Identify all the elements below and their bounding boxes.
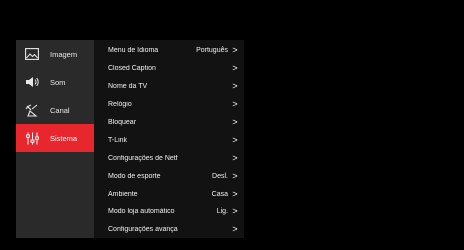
chevron-right-icon: > — [232, 224, 238, 235]
menu-item-sport-mode[interactable]: Modo de esporte Desl. > — [94, 167, 244, 185]
sidebar-item-sistema[interactable]: Sistema — [16, 124, 94, 152]
sidebar-item-label: Canal — [50, 105, 70, 115]
menu-item-label: Configurações de Netf — [108, 154, 178, 162]
chevron-right-icon: > — [232, 188, 238, 199]
menu-item-netflix-settings[interactable]: Configurações de Netf > — [94, 149, 244, 167]
menu-item-value: Desl. — [212, 172, 228, 180]
menu-item-t-link[interactable]: T-Link > — [94, 131, 244, 149]
menu-item-label: Modo loja automático — [108, 208, 175, 216]
sidebar-item-label: Som — [50, 77, 66, 87]
menu-item-label: T-Link — [108, 136, 128, 144]
menu-item-tv-name[interactable]: Nome da TV > — [94, 78, 244, 96]
menu-item-value: Casa — [211, 190, 228, 198]
menu-item-auto-store-mode[interactable]: Modo loja automático Lig. > — [94, 203, 244, 221]
settings-menu: Imagem Som Canal Sistema Menu de Idioma … — [16, 40, 244, 238]
menu-item-lock[interactable]: Bloquear > — [94, 114, 244, 132]
menu-item-value: Lig. — [216, 208, 228, 216]
speaker-icon — [24, 75, 40, 89]
system-submenu: Menu de Idioma Português > Closed Captio… — [94, 40, 244, 238]
sidebar-item-canal[interactable]: Canal — [16, 96, 94, 124]
sidebar-item-imagem[interactable]: Imagem — [16, 40, 94, 68]
menu-item-label: Closed Caption — [108, 65, 156, 73]
chevron-right-icon: > — [232, 134, 238, 145]
sidebar-item-label: Imagem — [50, 49, 78, 59]
menu-item-label: Menu de Idioma — [108, 47, 159, 55]
picture-icon — [24, 47, 40, 61]
chevron-right-icon: > — [232, 63, 238, 74]
menu-item-label: Configurações avança — [108, 226, 178, 234]
menu-item-label: Modo de esporte — [108, 172, 161, 180]
sliders-icon — [24, 131, 40, 145]
chevron-right-icon: > — [232, 81, 238, 92]
menu-item-label: Ambiente — [108, 190, 138, 198]
menu-item-clock[interactable]: Relógio > — [94, 96, 244, 114]
sidebar-item-som[interactable]: Som — [16, 68, 94, 96]
menu-item-environment[interactable]: Ambiente Casa > — [94, 185, 244, 203]
menu-item-value: Português — [196, 47, 228, 55]
menu-item-language[interactable]: Menu de Idioma Português > — [94, 42, 244, 60]
chevron-right-icon: > — [232, 206, 238, 217]
chevron-right-icon: > — [232, 117, 238, 127]
sidebar: Imagem Som Canal Sistema — [16, 40, 94, 238]
antenna-icon — [24, 103, 40, 117]
chevron-right-icon: > — [232, 152, 238, 163]
chevron-right-icon: > — [232, 45, 238, 56]
sidebar-item-label: Sistema — [50, 133, 78, 143]
menu-item-label: Nome da TV — [108, 83, 148, 91]
tv-screen: Imagem Som Canal Sistema Menu de Idioma … — [0, 0, 464, 250]
menu-item-closed-caption[interactable]: Closed Caption > — [94, 60, 244, 78]
menu-item-label: Relógio — [108, 101, 132, 109]
chevron-right-icon: > — [232, 170, 238, 181]
menu-item-label: Bloquear — [108, 119, 137, 126]
menu-item-advanced-settings[interactable]: Configurações avança > — [94, 221, 244, 239]
chevron-right-icon: > — [232, 99, 238, 110]
